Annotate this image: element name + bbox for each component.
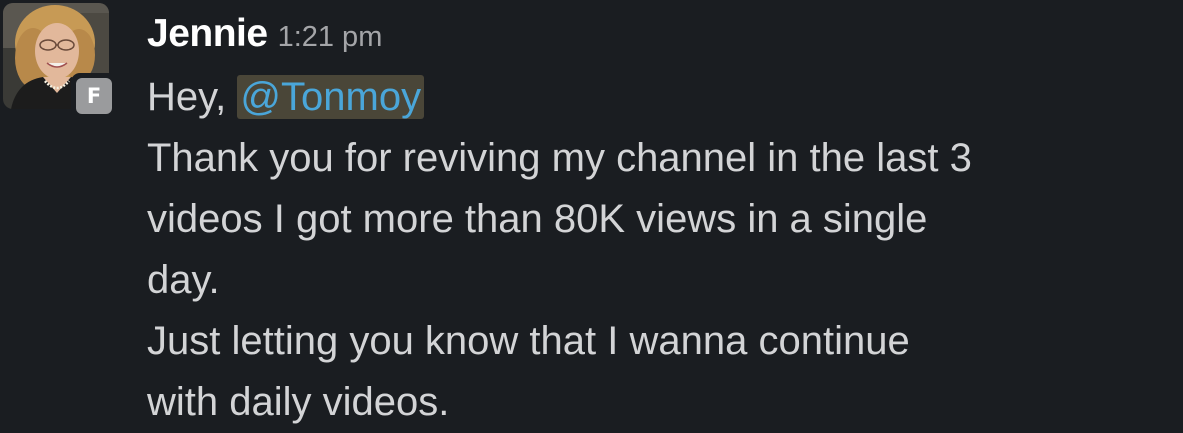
message-body: Hey, @Tonmoy Thank you for reviving my c… [147, 67, 1183, 433]
message-line: Thank you for reviving my channel in the… [147, 136, 972, 180]
greeting-text: Hey, [147, 75, 227, 119]
message-line: with daily videos. [147, 380, 450, 424]
message-line: videos I got more than 80K views in a si… [147, 197, 928, 241]
workspace-badge-letter: F [76, 78, 112, 114]
author-name[interactable]: Jennie [147, 12, 268, 55]
message-header: Jennie 1:21 pm [147, 4, 382, 64]
workspace-badge: F [71, 73, 117, 119]
message-line-greeting: Hey, @Tonmoy [147, 67, 1183, 128]
message-line: day. [147, 258, 220, 302]
message-timestamp[interactable]: 1:21 pm [278, 21, 383, 53]
message-line: Just letting you know that I wanna conti… [147, 319, 910, 363]
user-mention[interactable]: @Tonmoy [237, 75, 425, 119]
chat-message: F Jennie 1:21 pm Hey, @Tonmoy Thank you f… [0, 0, 1183, 433]
